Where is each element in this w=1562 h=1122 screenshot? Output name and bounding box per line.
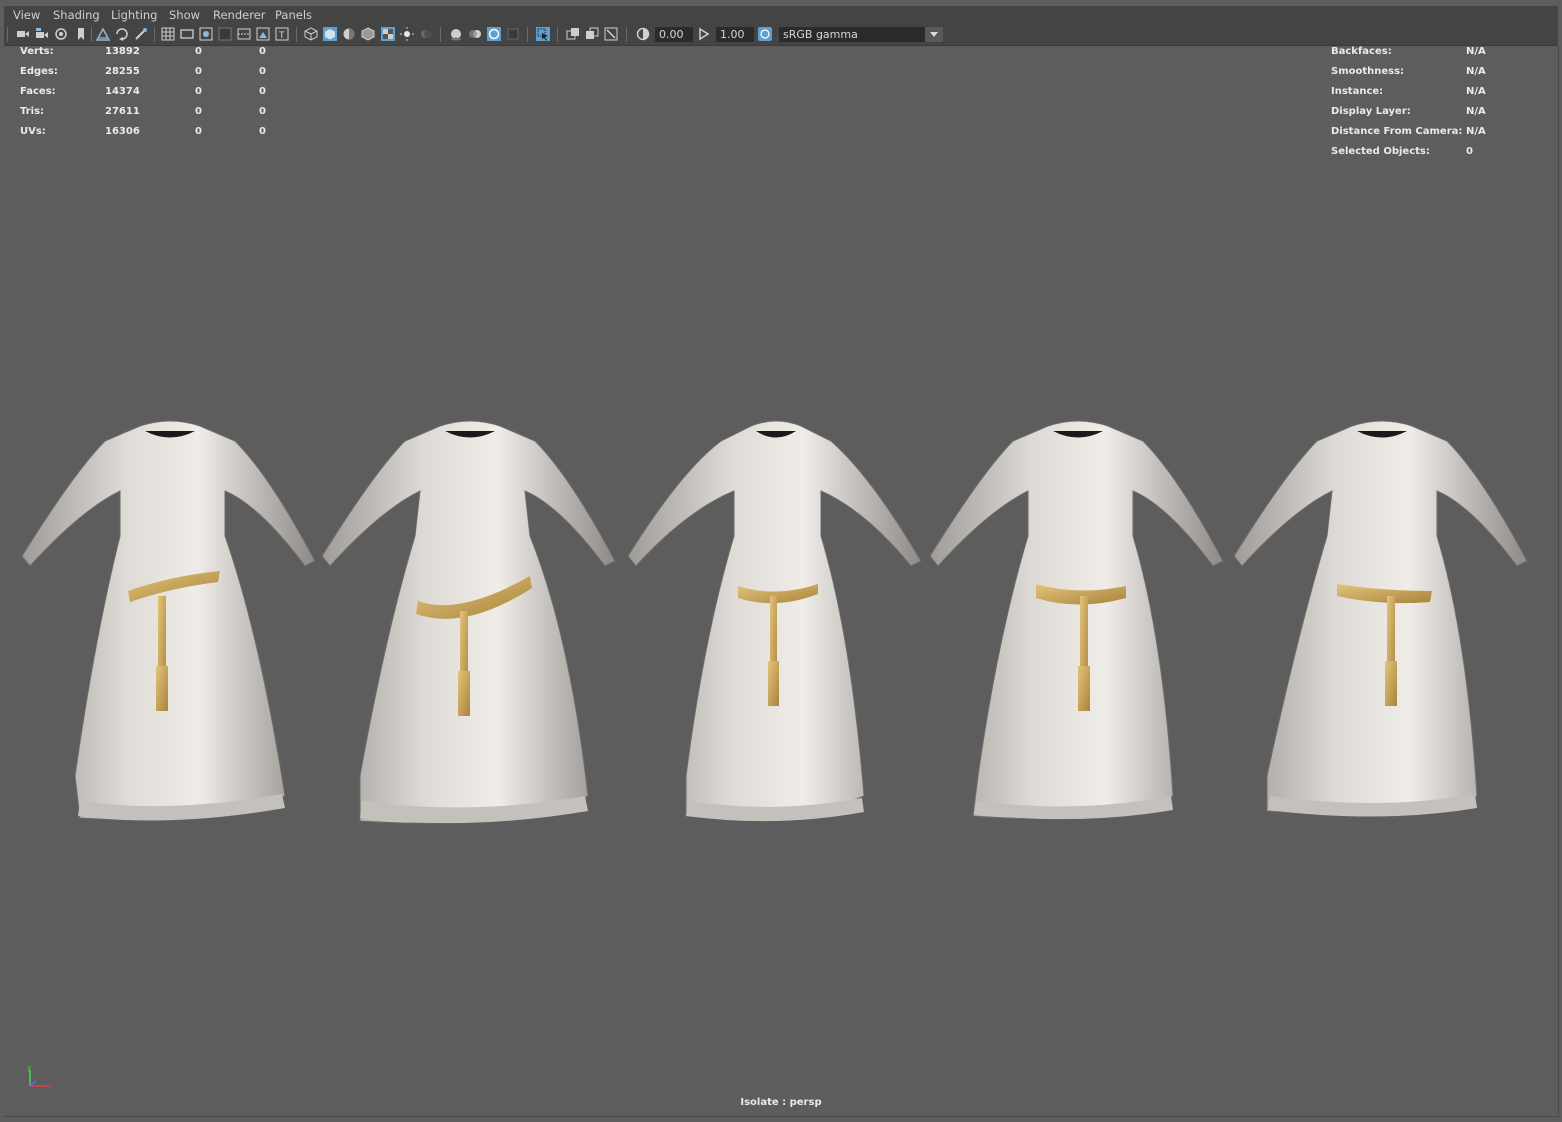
isolate-select-icon[interactable] [536,27,550,41]
menu-show[interactable]: Show [169,8,200,22]
dress-model[interactable] [1232,416,1532,836]
color-space-select[interactable]: sRGB gamma [779,27,925,42]
hud-label: Backfaces: [1331,46,1392,57]
hud-label: Instance: [1331,86,1384,97]
panel-toolbar: T 0.00 1.00 sRGB gamma [4,24,1558,46]
hud-value: 14374 [105,86,140,97]
xray-icon[interactable] [566,27,580,41]
paint-icon[interactable] [134,27,148,41]
hud-value: 0 [259,66,266,77]
hud-label: Tris: [20,106,45,117]
hud-value: 0 [195,46,202,57]
menu-renderer[interactable]: Renderer [213,8,266,22]
film-gate-icon[interactable] [180,27,194,41]
hud-label: Verts: [20,46,54,57]
dress-model[interactable] [20,416,320,836]
hud-value: 0 [195,106,202,117]
hud-value: 0 [195,126,202,137]
toolbar-separator [7,27,8,42]
toolbar-separator [154,27,155,42]
image-plane-icon[interactable] [96,27,110,41]
toolbar-separator [440,27,441,42]
axis-gizmo: y x [27,1064,52,1090]
dress-model[interactable] [928,416,1228,836]
toolbar-separator [626,27,627,42]
hud-label: Distance From Camera: [1331,126,1463,137]
exposure-icon[interactable] [636,27,650,41]
hud-value: 28255 [105,66,140,77]
safe-action-icon[interactable] [256,27,270,41]
resolution-gate-icon[interactable] [199,27,213,41]
hud-value: 0 [1466,146,1473,157]
gate-mask-icon[interactable] [218,27,232,41]
hud-value: N/A [1466,86,1486,97]
menu-lighting[interactable]: Lighting [111,8,157,22]
toolbar-separator [91,27,92,42]
hud-value: 27611 [105,106,140,117]
wireframe-icon[interactable] [304,27,318,41]
isolate-label: Isolate : persp [740,1097,822,1108]
anti-alias-icon[interactable] [487,27,501,41]
hud-value: 13892 [105,46,140,57]
hud-value: N/A [1466,46,1486,57]
svg-text:T: T [278,31,285,41]
hud-value: N/A [1466,106,1486,117]
camera-icon[interactable] [16,27,30,41]
lights-icon[interactable] [400,27,414,41]
camera-tumble-icon[interactable] [54,27,68,41]
hud-label: Smoothness: [1331,66,1405,77]
safe-title-icon[interactable]: T [275,27,289,41]
panel-menubar: View Shading Lighting Show Renderer Pane… [4,6,1558,24]
hud-value: 0 [259,106,266,117]
depth-of-field-icon[interactable] [506,27,520,41]
gamma-field[interactable]: 1.00 [716,27,754,42]
wireframe-on-shaded-icon[interactable] [361,27,375,41]
motion-blur-icon[interactable] [468,27,482,41]
camera-attr-icon[interactable] [35,27,49,41]
bookmark-icon[interactable] [74,27,88,41]
hud-value: N/A [1466,66,1486,77]
toolbar-separator [557,27,558,42]
color-management-icon[interactable] [758,27,772,41]
hud-value: 0 [259,86,266,97]
menu-shading[interactable]: Shading [53,8,100,22]
snap-icon[interactable] [115,27,129,41]
dress-model[interactable] [320,416,620,836]
hud-label: Selected Objects: [1331,146,1430,157]
maya-panel: View Shading Lighting Show Renderer Pane… [0,0,1562,1122]
hud-label: Faces: [20,86,56,97]
hud-label: Display Layer: [1331,106,1411,117]
hud-value: 0 [259,126,266,137]
hud-value: N/A [1466,126,1486,137]
hud-value: 0 [195,66,202,77]
menu-view[interactable]: View [13,8,40,22]
shadows-icon[interactable] [419,27,433,41]
field-chart-icon[interactable] [237,27,251,41]
dress-model[interactable] [626,416,926,836]
y-axis-label: y [27,1064,31,1072]
toolbar-separator [527,27,528,42]
grid-icon[interactable] [161,27,175,41]
3d-viewport[interactable]: Verts: 13892 0 0 Edges: 28255 0 0 Faces:… [4,46,1559,1117]
screen-space-ao-icon[interactable] [449,27,463,41]
xray-joints-icon[interactable] [585,27,599,41]
gamma-icon[interactable] [697,27,711,41]
textured-icon[interactable] [381,27,395,41]
toolbar-separator [296,27,297,42]
hud-value: 16306 [105,126,140,137]
color-space-dropdown-button[interactable] [925,27,943,42]
hud-label: Edges: [20,66,58,77]
hud-value: 0 [195,86,202,97]
menu-panels[interactable]: Panels [275,8,312,22]
exposure-field[interactable]: 0.00 [655,27,693,42]
xray-active-icon[interactable] [604,27,618,41]
x-axis-label: x [48,1082,52,1090]
hud-label: UVs: [20,126,46,137]
chevron-down-icon [930,32,938,37]
smooth-shade-icon[interactable] [323,27,337,41]
hud-value: 0 [259,46,266,57]
default-material-icon[interactable] [342,27,356,41]
